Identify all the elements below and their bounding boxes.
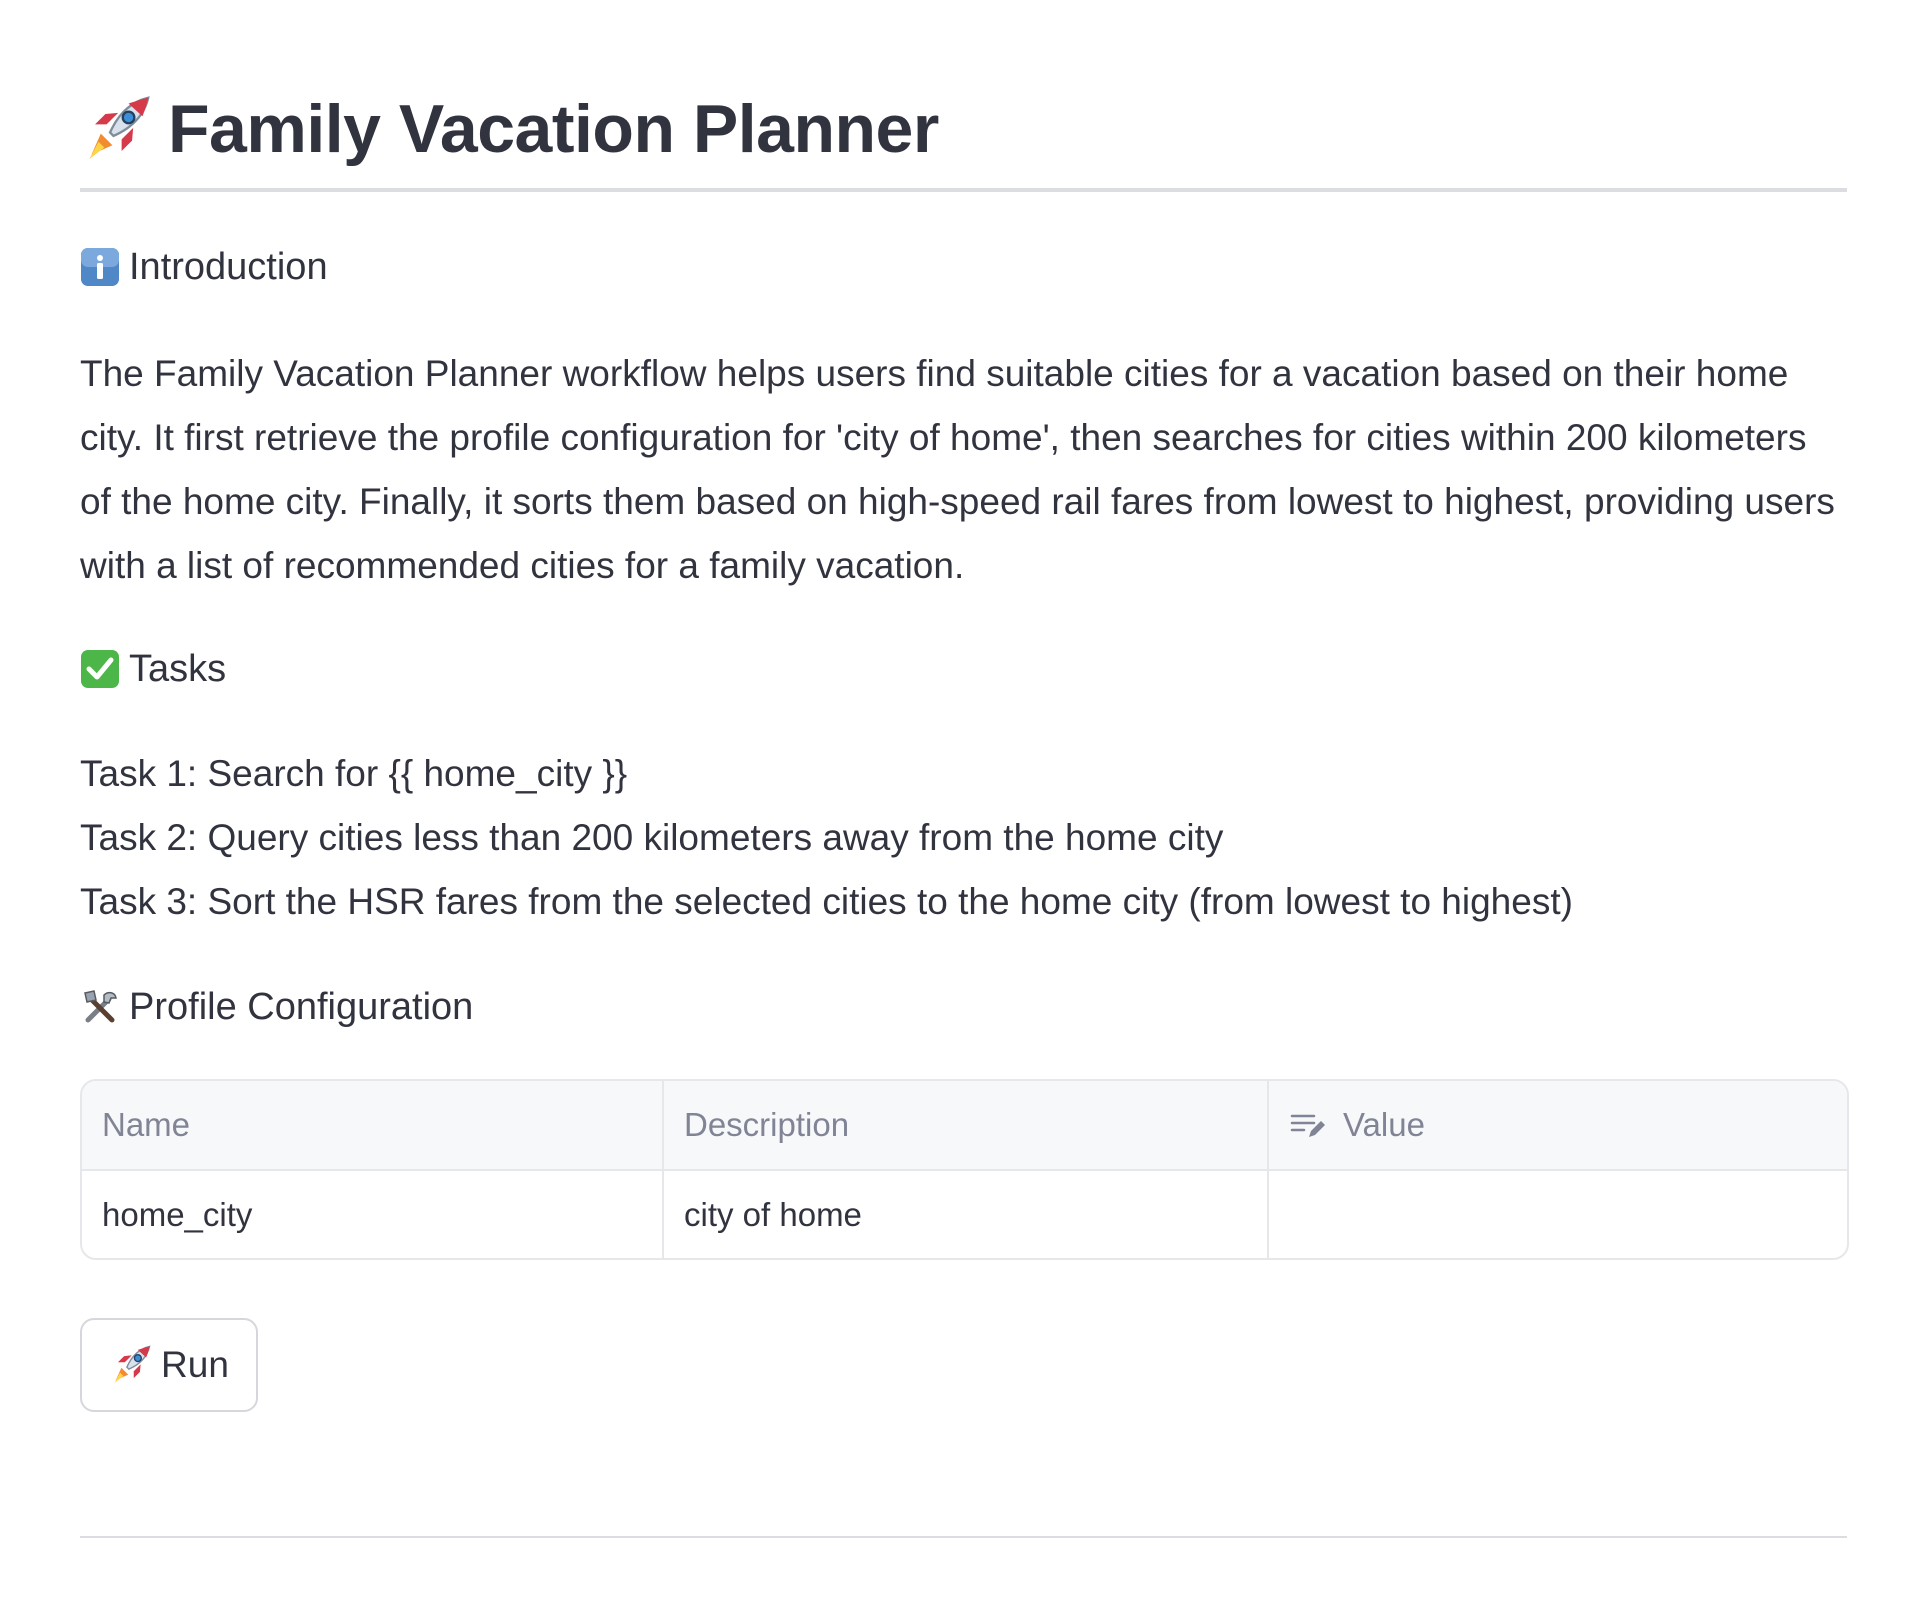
table-row: home_city city of home bbox=[82, 1171, 1847, 1258]
information-icon bbox=[81, 248, 119, 286]
column-header-value-label: Value bbox=[1343, 1106, 1425, 1143]
tasks-heading: Tasks bbox=[80, 644, 226, 694]
column-header-value[interactable]: Value bbox=[1267, 1081, 1847, 1169]
rocket-icon bbox=[89, 96, 150, 160]
page: Family Vacation Planner Introduction The… bbox=[0, 0, 1926, 1622]
tools-icon bbox=[84, 990, 117, 1023]
profile-configuration-heading-label: Profile Configuration bbox=[129, 985, 474, 1028]
task-item: Task 1: Search for {{ home_city }} bbox=[80, 753, 628, 794]
introduction-heading-label: Introduction bbox=[129, 245, 328, 288]
cell-description: city of home bbox=[662, 1171, 1267, 1258]
table-header: Name Description Value bbox=[82, 1081, 1847, 1171]
page-title: Family Vacation Planner bbox=[168, 91, 939, 167]
bottom-divider bbox=[80, 1536, 1847, 1538]
column-header-name[interactable]: Name bbox=[82, 1081, 662, 1169]
page-header: Family Vacation Planner bbox=[80, 86, 939, 172]
task-item: Task 2: Query cities less than 200 kilom… bbox=[80, 817, 1224, 858]
profile-configuration-table: Name Description Value home_city city of… bbox=[80, 1079, 1849, 1260]
column-header-description[interactable]: Description bbox=[662, 1081, 1267, 1169]
profile-configuration-heading: Profile Configuration bbox=[80, 982, 473, 1032]
task-list: Task 1: Search for {{ home_city }} Task … bbox=[80, 742, 1847, 934]
tasks-heading-label: Tasks bbox=[129, 647, 227, 690]
title-divider bbox=[80, 188, 1847, 192]
edit-column-icon bbox=[1290, 1114, 1325, 1137]
rocket-icon bbox=[114, 1345, 151, 1383]
run-button-label: Run bbox=[161, 1344, 229, 1385]
task-item: Task 3: Sort the HSR fares from the sele… bbox=[80, 881, 1573, 922]
cell-value-input[interactable] bbox=[1267, 1171, 1847, 1258]
check-box-icon bbox=[81, 650, 119, 688]
run-button[interactable]: Run bbox=[80, 1318, 258, 1412]
cell-name: home_city bbox=[102, 1195, 253, 1233]
introduction-text: The Family Vacation Planner workflow hel… bbox=[80, 353, 1835, 586]
introduction-heading: Introduction bbox=[80, 242, 328, 292]
